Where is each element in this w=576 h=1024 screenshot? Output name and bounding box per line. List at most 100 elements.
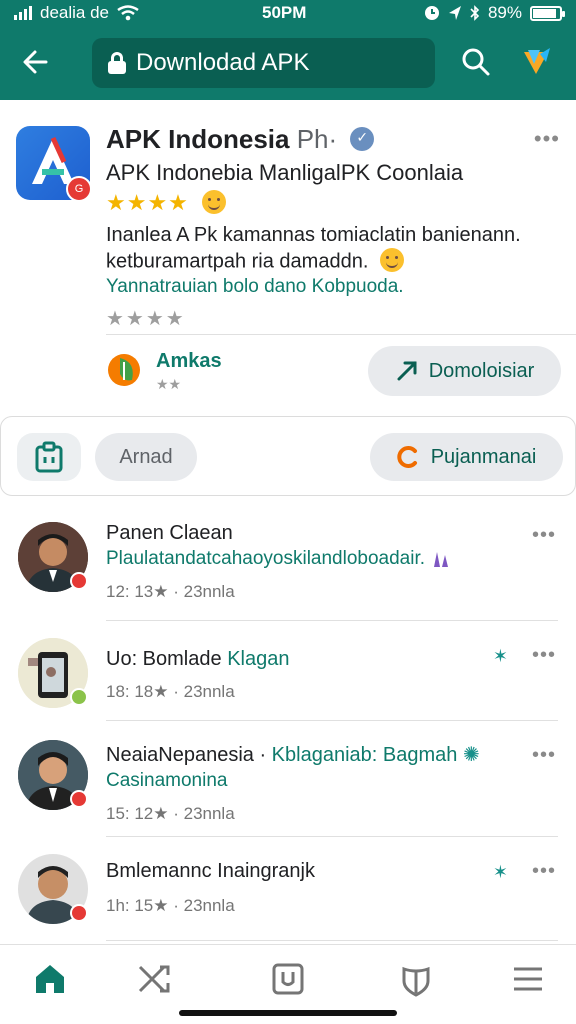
status-time: 50PM xyxy=(262,3,307,22)
divider xyxy=(106,720,558,721)
review-name: NeaiaNepanesia · Kblaganiab: Bagmah ✺ xyxy=(106,742,480,767)
search-button[interactable] xyxy=(460,46,492,78)
library-icon xyxy=(272,963,304,995)
app-logo-icon xyxy=(524,48,550,74)
avatar xyxy=(18,740,88,810)
action-right-label: Pujanmanai xyxy=(430,445,537,468)
back-button[interactable] xyxy=(20,46,52,78)
review-name-accent: Kblaganiab: Bagmah xyxy=(271,744,458,766)
review-name-text: Uo: Bomlade xyxy=(106,648,222,670)
star-icon: ✶ xyxy=(492,646,508,666)
developer-name[interactable]: Amkas xyxy=(156,350,222,373)
app-desc-line3[interactable]: Yannatrauian bolo dano Kobpuoda. xyxy=(106,276,404,298)
star-icon: ✶ xyxy=(492,862,508,882)
nav-shuffle[interactable] xyxy=(134,959,174,999)
rating-stars: ★★★★ xyxy=(106,190,189,215)
app-desc-line1: Inanlea A Pk kamannas tomiaclatin banien… xyxy=(106,224,521,246)
review-more-button[interactable]: ••• xyxy=(532,524,556,547)
list-item[interactable]: NeaiaNepanesia · Kblaganiab: Bagmah ✺ Ca… xyxy=(0,722,576,838)
app-title: APK Indonesia Ph· xyxy=(106,124,375,155)
download-button[interactable]: Domoloisiar xyxy=(368,346,561,396)
review-more-button[interactable]: ••• xyxy=(532,644,556,667)
nav-menu[interactable] xyxy=(508,959,548,999)
signal-icon xyxy=(14,6,32,20)
alarm-icon xyxy=(424,6,439,20)
divider xyxy=(106,334,576,335)
review-name-accent: Klagan xyxy=(227,648,290,670)
sparkle-icon: ✺ xyxy=(462,744,480,766)
refresh-icon xyxy=(396,446,417,468)
action-pill-button[interactable]: Arnad xyxy=(95,433,197,481)
nav-library[interactable] xyxy=(268,959,308,999)
review-meta: 15: 12★ · 23nnla xyxy=(106,804,235,823)
profile-button[interactable] xyxy=(518,44,554,80)
list-item[interactable]: Uo: Bomlade Klagan 18: 18★ · 23nnla ✶ ••… xyxy=(0,622,576,722)
list-item[interactable]: Bmlemannc Inaingranjk 1h: 15★ · 23nnla ✶… xyxy=(0,838,576,942)
grey-rating-stars: ★★★★ xyxy=(106,308,186,330)
review-name: Uo: Bomlade Klagan xyxy=(106,648,289,671)
search-box-text: Downlodad APK xyxy=(136,49,310,76)
review-meta: 12: 13★ · 23nnla xyxy=(106,582,235,601)
review-text: Casinamonina xyxy=(106,770,228,791)
app-bar: Downlodad APK xyxy=(0,34,576,94)
status-dot xyxy=(70,904,88,922)
developer-logo[interactable] xyxy=(106,352,142,388)
divider xyxy=(106,836,558,837)
app-title-suffix: Ph· xyxy=(296,124,338,154)
app-desc-line2: ketburamartpah ria damaddn. xyxy=(106,248,404,274)
home-icon xyxy=(36,965,64,993)
divider xyxy=(106,620,558,621)
nav-shield[interactable] xyxy=(396,959,436,999)
shuffle-icon xyxy=(138,965,170,993)
smile-emoji-icon xyxy=(202,190,227,215)
app-more-button[interactable]: ••• xyxy=(534,126,560,152)
battery-icon xyxy=(530,5,565,21)
clipboard-icon xyxy=(35,441,63,473)
wifi-icon xyxy=(117,5,139,21)
app-rating: ★★★★ xyxy=(106,190,227,216)
search-box[interactable]: Downlodad APK xyxy=(92,38,435,88)
arrow-left-icon xyxy=(23,50,48,74)
carrier-name: dealia de xyxy=(40,3,110,22)
review-name: Bmlemannc Inaingranjk xyxy=(106,860,315,882)
app-icon[interactable]: G xyxy=(16,126,92,202)
shield-icon xyxy=(402,966,430,997)
avatar xyxy=(18,854,88,924)
smile-emoji-icon xyxy=(379,248,404,272)
search-icon xyxy=(462,48,490,76)
status-dot xyxy=(70,790,88,808)
review-text-content: Plaulatandatcahaoyoskilandloboadair. xyxy=(106,548,426,569)
review-meta: 1h: 15★ · 23nnla xyxy=(106,896,235,915)
menu-icon xyxy=(514,967,542,991)
app-header: dealia de 50PM 89% Downlodad APK xyxy=(0,0,576,100)
list-item[interactable]: Panen Claean Plaulatandatcahaoyoskilandl… xyxy=(0,506,576,622)
review-meta: 18: 18★ · 23nnla xyxy=(106,682,235,701)
app-title-text: APK Indonesia xyxy=(106,124,290,154)
battery-percent: 89% xyxy=(487,3,522,22)
review-name-text: NeaiaNepanesia · xyxy=(106,744,267,766)
location-icon xyxy=(448,6,461,20)
review-name: Panen Claean xyxy=(106,522,233,544)
action-strip: Arnad Pujanmanai xyxy=(0,416,576,496)
status-left: dealia de xyxy=(14,3,139,23)
app-card: G APK Indonesia Ph· ••• APK Indonebia Ma… xyxy=(0,100,576,410)
avatar xyxy=(18,522,88,592)
nav-home[interactable] xyxy=(30,959,70,999)
action-right-button[interactable]: Pujanmanai xyxy=(370,433,563,481)
review-more-button[interactable]: ••• xyxy=(532,744,556,767)
avatar xyxy=(18,638,88,708)
status-bar: dealia de 50PM 89% xyxy=(0,0,576,26)
developer-logo-icon xyxy=(108,354,140,386)
developer-stars: ★★ xyxy=(156,376,182,392)
download-arrow-icon xyxy=(397,361,417,381)
sparkle-icon xyxy=(434,551,449,567)
review-text: Plaulatandatcahaoyoskilandloboadair. xyxy=(106,548,452,570)
review-more-button[interactable]: ••• xyxy=(532,860,556,883)
home-indicator[interactable] xyxy=(179,1010,397,1016)
divider xyxy=(106,940,558,941)
verified-icon xyxy=(350,127,375,152)
clipboard-button[interactable] xyxy=(17,433,81,481)
app-badge-icon: G xyxy=(66,176,92,202)
battery-fill xyxy=(533,8,556,18)
bluetooth-icon xyxy=(470,5,480,21)
